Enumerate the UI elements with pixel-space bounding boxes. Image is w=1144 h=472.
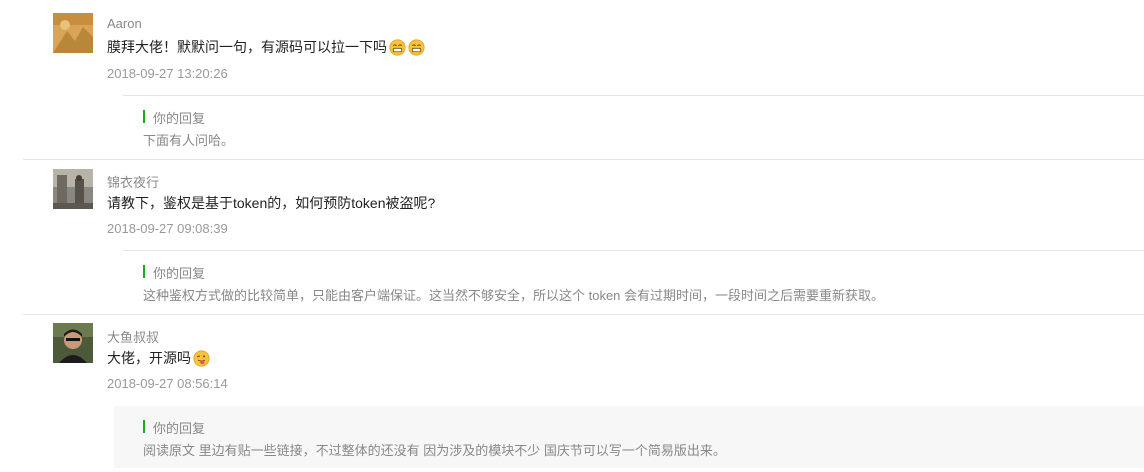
comment-timestamp: 2018-09-27 09:08:39 (107, 221, 228, 236)
divider (23, 159, 1144, 160)
comment-text-content: 大佬，开源吗 (107, 350, 191, 366)
author-reply: 你的回复 下面有人问哈。 (114, 96, 1144, 158)
reply-label: 你的回复 (143, 418, 205, 437)
comment-text: 请教下，鉴权是基于token的，如何预防token被盗呢? (107, 193, 435, 213)
divider (23, 314, 1144, 315)
reply-label: 你的回复 (143, 263, 205, 282)
comment-timestamp: 2018-09-27 08:56:14 (107, 376, 228, 391)
tongue-emoji-icon (193, 349, 210, 367)
comment-text: 膜拜大佬！默默问一句，有源码可以拉一下吗 (107, 37, 425, 57)
grin-emoji-icon (408, 38, 425, 56)
reply-text: 阅读原文 里边有贴一些链接，不过整体的还没有 因为涉及的模块不少 国庆节可以写一… (143, 443, 726, 458)
comment-text-content: 膜拜大佬！默默问一句，有源码可以拉一下吗 (107, 39, 387, 55)
author-reply: 你的回复 阅读原文 里边有贴一些链接，不过整体的还没有 因为涉及的模块不少 国庆… (114, 406, 1144, 468)
comment-list: Aaron 膜拜大佬！默默问一句，有源码可以拉一下吗 2018-09-27 13… (0, 0, 1144, 472)
avatar[interactable] (53, 13, 93, 53)
avatar[interactable] (53, 323, 93, 363)
author-reply: 你的回复 这种鉴权方式做的比较简单，只能由客户端保证。这当然不够安全，所以这个 … (114, 251, 1144, 313)
comment-text: 大佬，开源吗 (107, 348, 210, 368)
comment-timestamp: 2018-09-27 13:20:26 (107, 66, 228, 81)
comment-author: Aaron (107, 16, 142, 31)
avatar[interactable] (53, 169, 93, 209)
comment-author: 大鱼叔叔 (107, 330, 160, 345)
reply-text: 这种鉴权方式做的比较简单，只能由客户端保证。这当然不够安全，所以这个 token… (143, 288, 885, 303)
grin-emoji-icon (389, 38, 406, 56)
comment-text-content: 请教下，鉴权是基于token的，如何预防token被盗呢? (107, 195, 436, 211)
reply-label: 你的回复 (143, 108, 205, 127)
comment-author: 锦衣夜行 (107, 175, 160, 190)
reply-text: 下面有人问哈。 (143, 133, 235, 148)
